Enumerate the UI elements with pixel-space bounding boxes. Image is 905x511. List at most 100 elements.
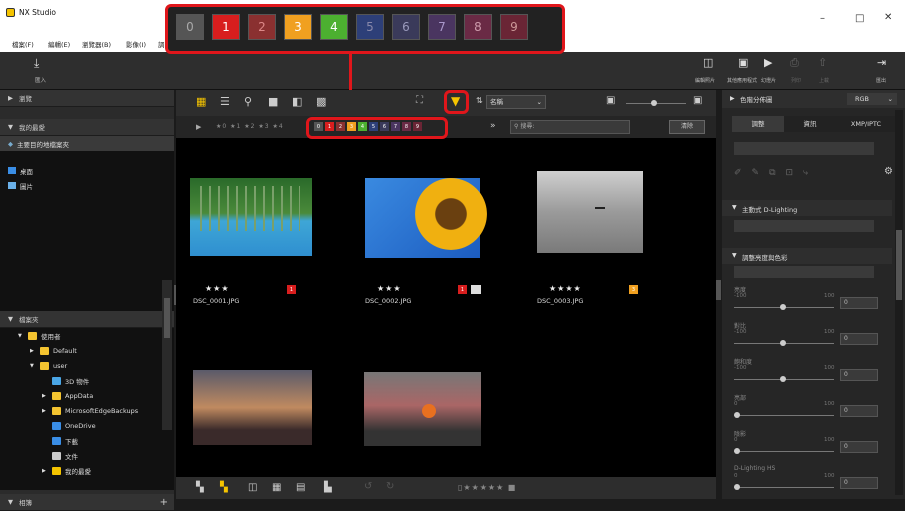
label-0-box[interactable]: 0 <box>176 14 204 40</box>
rating-3[interactable]: ★3 <box>258 123 269 130</box>
slider-value-input[interactable]: 0 <box>840 333 878 345</box>
rating-2[interactable]: ★2 <box>244 123 255 130</box>
rating-filters[interactable]: ★0 ★1 ★2 ★3 ★4 <box>216 123 284 130</box>
label-mini-0[interactable]: 0 <box>314 122 323 131</box>
label-5-box[interactable]: 5 <box>356 14 384 40</box>
slider-knob[interactable] <box>734 448 740 454</box>
tab-xmp[interactable]: XMP/IPTC <box>836 116 896 132</box>
dlighting-header[interactable]: ▼ 主動式 D-Lighting <box>722 200 892 216</box>
close-button[interactable]: ✕ <box>884 12 892 23</box>
fullscreen-icon[interactable]: ⛶ <box>416 95 423 106</box>
photo-3-rating[interactable]: ★★★★ <box>549 284 582 293</box>
list-view-icon[interactable]: ☰ <box>220 95 230 108</box>
slider-knob[interactable] <box>780 340 786 346</box>
tree-item[interactable]: 3D 物件 <box>0 373 174 388</box>
rating-1[interactable]: ★1 <box>230 123 241 130</box>
expand-icon[interactable]: ▼ <box>18 333 24 339</box>
other-app-icon[interactable]: ▣ <box>738 56 748 69</box>
label-mini-5[interactable]: 5 <box>369 122 378 131</box>
grid-view-icon[interactable]: ▦ <box>196 95 206 108</box>
photo-1-thumbnail[interactable] <box>190 178 312 256</box>
multi-view-icon[interactable]: ▩ <box>316 95 326 108</box>
rotate-left-icon[interactable]: ↺ <box>364 481 372 492</box>
fav-desktop[interactable]: 桌面 <box>0 163 174 178</box>
label-7-box[interactable]: 7 <box>428 14 456 40</box>
compare-view-icon[interactable]: ◧ <box>292 95 302 108</box>
thumb-size-knob[interactable] <box>651 100 657 106</box>
menu-edit[interactable]: 編輯(E) <box>48 39 70 49</box>
export-icon[interactable]: ⇥ <box>877 56 886 69</box>
dlighting-dropdown[interactable] <box>734 220 874 232</box>
photo-2-rating[interactable]: ★★★ <box>377 284 402 293</box>
menu-image[interactable]: 影像(I) <box>126 39 146 49</box>
photo-3-thumbnail[interactable] <box>537 171 643 253</box>
brightness-preset-dropdown[interactable] <box>734 266 874 278</box>
slider-track[interactable] <box>734 487 834 488</box>
photo-4-thumbnail[interactable] <box>193 370 312 445</box>
edit-photo-icon[interactable]: ◫ <box>703 56 713 69</box>
search-input[interactable]: ⚲ 搜尋: <box>510 120 630 134</box>
label-4-box[interactable]: 4 <box>320 14 348 40</box>
menu-browser[interactable]: 瀏覽器(B) <box>82 39 111 49</box>
tab-adjust[interactable]: 調整 <box>732 116 784 132</box>
grid-icon[interactable]: ▦ <box>272 482 281 493</box>
slider-value-input[interactable]: 0 <box>840 369 878 381</box>
folders-header[interactable]: ▼ 檔案夾 <box>0 311 174 328</box>
label-2-box[interactable]: 2 <box>248 14 276 40</box>
sort-icon[interactable]: ⇅ <box>476 96 483 105</box>
settings-icon[interactable]: ⚙ <box>884 166 893 177</box>
label-mini-3[interactable]: 3 <box>347 122 356 131</box>
photo-2-thumbnail[interactable] <box>365 178 487 258</box>
right-scrollbar[interactable] <box>895 110 903 495</box>
label-6-box[interactable]: 6 <box>392 14 420 40</box>
import-icon[interactable]: ⤓ <box>34 56 39 71</box>
slider-knob[interactable] <box>734 412 740 418</box>
map-view-icon[interactable]: ⚲ <box>244 95 252 108</box>
sort-dropdown[interactable]: 名稱 ⌄ <box>486 95 546 109</box>
tree-item[interactable]: ▶ AppData <box>0 388 174 403</box>
collapse-icon[interactable]: ▶ <box>30 348 36 354</box>
browse-header[interactable]: ▶ 瀏覽 <box>0 90 174 107</box>
brightness-header[interactable]: ▼ 調整亮度與色彩 <box>722 248 892 264</box>
collapse-icon[interactable]: ▶ <box>42 468 48 474</box>
menu-file[interactable]: 檔案(F) <box>12 39 34 49</box>
single-view-icon[interactable]: ■ <box>268 95 278 108</box>
slideshow-icon[interactable]: ▶ <box>764 56 772 69</box>
right-splitter-handle[interactable] <box>716 280 721 300</box>
label-1-box[interactable]: 1 <box>212 14 240 40</box>
rating-4[interactable]: ★4 <box>273 123 284 130</box>
clear-button[interactable]: 清除 <box>669 120 705 134</box>
tree-item[interactable]: ▼ user <box>0 358 174 373</box>
label-mini-9[interactable]: 9 <box>413 122 422 131</box>
label-8-box[interactable]: 8 <box>464 14 492 40</box>
label-9-box[interactable]: 9 <box>500 14 528 40</box>
fav-main-folder[interactable]: ◆ 主要目的地檔案夾 <box>0 136 174 151</box>
menu-adjust[interactable]: 調 <box>158 39 165 49</box>
collapse-icon[interactable]: ▶ <box>42 393 48 399</box>
tree-item[interactable]: 下載 <box>0 433 174 448</box>
upload-icon[interactable]: ⇧ <box>818 56 827 69</box>
albums-header[interactable]: ▼ 相簿 + <box>0 494 174 511</box>
slider-track[interactable] <box>734 415 834 416</box>
label-3-box[interactable]: 3 <box>284 14 312 40</box>
crop-icon[interactable]: ◫ <box>248 482 257 493</box>
slider-value-input[interactable]: 0 <box>840 477 878 489</box>
preset-dropdown[interactable] <box>734 142 874 155</box>
more-icon[interactable]: » <box>490 121 496 131</box>
maximize-button[interactable]: □ <box>855 13 864 24</box>
info-icon[interactable]: ▤ <box>296 482 305 493</box>
rating-bar[interactable]: ▯★★★★★ ■ <box>458 483 516 492</box>
photo-5-thumbnail[interactable] <box>364 372 481 446</box>
zoom-in-icon[interactable]: ▣ <box>693 95 702 106</box>
histogram-header[interactable]: ▶ 色階分佈圖 RGB ⌄ <box>722 90 905 108</box>
zoom-out-icon[interactable]: ▣ <box>606 95 615 106</box>
slider-knob[interactable] <box>734 484 740 490</box>
slider-value-input[interactable]: 0 <box>840 405 878 417</box>
rotate-right-icon[interactable]: ↻ <box>386 481 394 492</box>
label-mini-4[interactable]: 4 <box>358 122 367 131</box>
tree-item[interactable]: ▼ 使用者 <box>0 328 174 343</box>
slider-value-input[interactable]: 0 <box>840 441 878 453</box>
collapse-icon[interactable]: ▶ <box>42 408 48 414</box>
label-mini-8[interactable]: 8 <box>402 122 411 131</box>
tree-item[interactable]: OneDrive <box>0 418 174 433</box>
